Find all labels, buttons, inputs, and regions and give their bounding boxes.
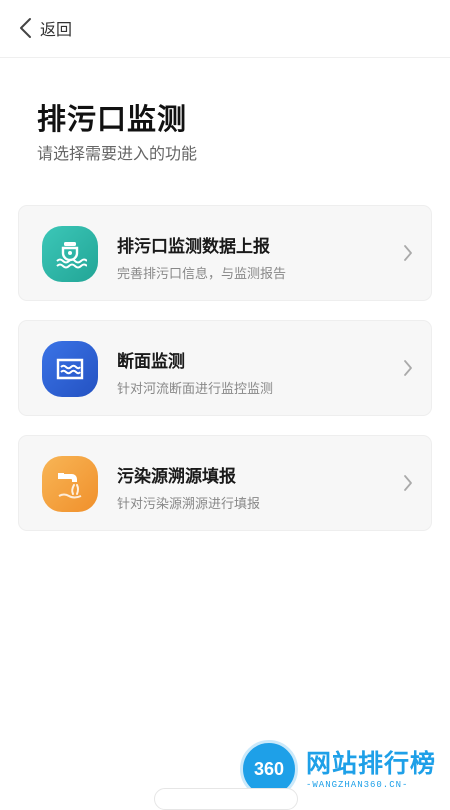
card-section-monitoring[interactable]: 断面监测 针对河流断面进行监控监测	[18, 320, 432, 416]
chevron-right-icon	[403, 244, 413, 266]
back-button[interactable]: 返回	[18, 15, 72, 41]
card-title: 断面监测	[117, 352, 185, 372]
chevron-left-icon	[18, 17, 32, 39]
outfall-water-icon	[42, 226, 98, 282]
river-section-icon	[42, 341, 98, 397]
chevron-right-icon	[403, 359, 413, 381]
page-title: 排污口监测	[37, 102, 188, 136]
card-description: 针对河流断面进行监控监测	[117, 382, 274, 397]
card-title: 污染源溯源填报	[117, 467, 236, 487]
card-description: 针对污染源溯源进行填报	[117, 497, 261, 512]
card-pollution-trace[interactable]: 污染源溯源填报 针对污染源溯源进行填报	[18, 435, 432, 531]
pipe-discharge-icon	[42, 456, 98, 512]
page-subtitle: 请选择需要进入的功能	[37, 144, 198, 163]
watermark-url: -WANGZHAN360.CN-	[306, 780, 409, 790]
card-description: 完善排污口信息，与监测报告	[117, 267, 287, 282]
card-title: 排污口监测数据上报	[117, 237, 270, 257]
nav-bar: 返回	[0, 0, 450, 58]
back-label: 返回	[40, 20, 73, 39]
watermark-title: 网站排行榜	[306, 749, 437, 778]
card-outfall-report[interactable]: 排污口监测数据上报 完善排污口信息，与监测报告	[18, 205, 432, 301]
chevron-right-icon	[403, 474, 413, 496]
bottom-bar	[154, 788, 298, 810]
